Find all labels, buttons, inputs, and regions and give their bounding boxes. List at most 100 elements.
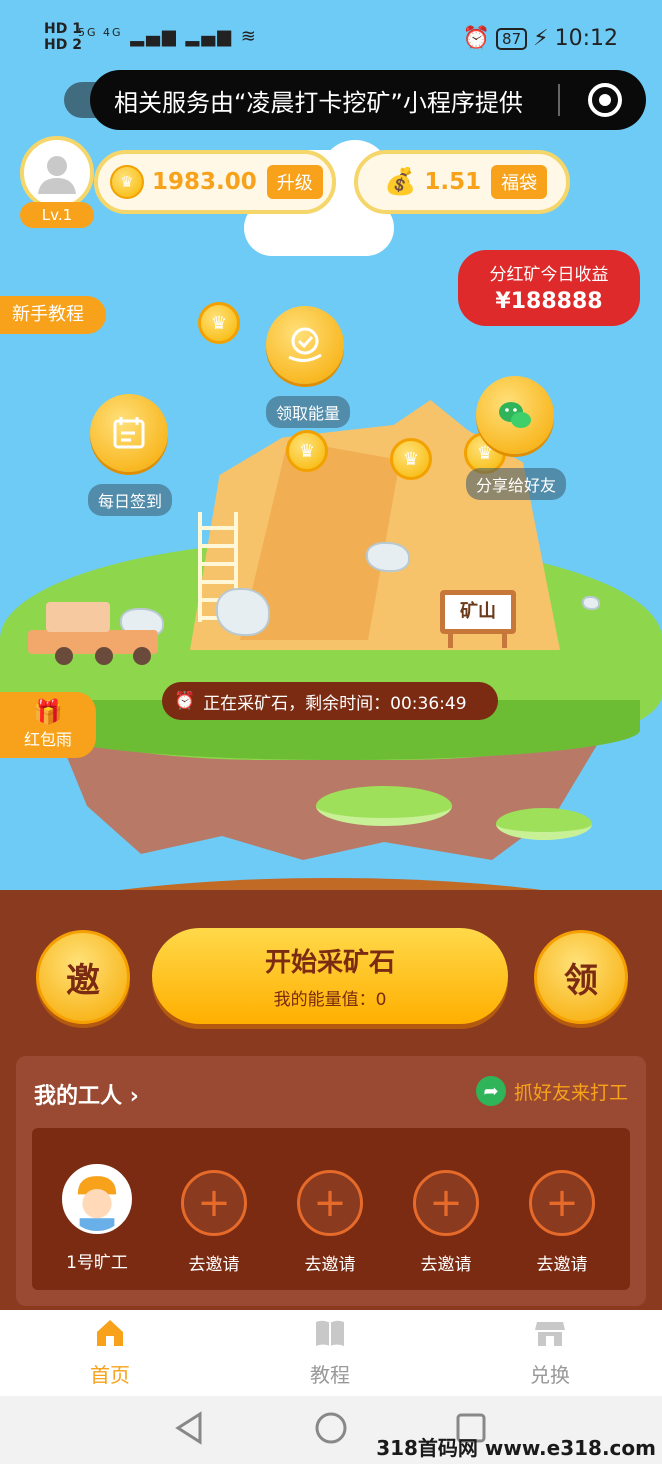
invite-label: 去邀请 [420,1255,472,1275]
claim-button[interactable]: 领 [534,930,628,1024]
close-target-icon[interactable] [588,83,622,117]
status-right: ⏰ 87 ⚡ 10:12 [463,26,618,51]
store-icon [535,1322,565,1346]
recruit-friends-link[interactable]: ➦ 抓好友来打工 [475,1076,628,1106]
gift-icon: 🎁 [33,698,63,726]
dividend-value: ¥188888 [495,289,603,314]
mine-sign: 矿山 [436,582,520,648]
coin-value: 1983.00 [152,169,257,195]
signal-icon: 5G 4G ▂▄▆ ▂▄▆ ≋ [78,26,258,47]
invite-label: 去邀请 [536,1255,588,1275]
sim-indicators: HD 1 HD 2 [44,22,82,52]
miner-icon [65,1167,129,1231]
lucky-bag-button[interactable]: 福袋 [491,165,548,199]
dividend-title: 分红矿今日收益 [489,265,609,285]
book-icon [316,1320,344,1346]
invite-slot[interactable]: + 去邀请 [164,1170,264,1275]
worker-slots: 1号旷工 + 去邀请 + 去邀请 + 去邀请 + 去邀请 [32,1128,630,1290]
nav-exchange[interactable]: 兑换 [490,1316,610,1388]
start-mining-label: 开始采矿石 [264,948,395,978]
nav-exchange-label: 兑换 [530,1363,570,1387]
banner-divider [558,84,560,116]
claim-energy-button[interactable] [266,306,344,384]
charging-icon: ⚡ [533,26,549,51]
ore-rock [582,596,600,610]
checkin-label: 每日签到 [88,484,173,516]
coin-pill: ♛ 1983.00 升级 [94,150,336,214]
timer-text: 正在采矿石，剩余时间：00:36:49 [203,693,467,714]
invite-slot[interactable]: + 去邀请 [512,1170,612,1275]
worker-label: 1号旷工 [66,1253,128,1273]
hd2-label: HD 2 [44,37,82,53]
floating-coin[interactable]: ♛ [390,438,432,480]
nav-tutorial-label: 教程 [310,1363,350,1387]
user-avatar[interactable] [20,136,94,210]
clock: 10:12 [554,26,618,51]
wechat-icon [499,402,531,428]
share-friends-button[interactable] [476,376,554,454]
invite-slot[interactable]: + 去邀请 [280,1170,380,1275]
worker-slot[interactable]: 1号旷工 [47,1164,147,1273]
energy-hand-icon [288,327,322,362]
bottom-nav: 首页 教程 兑换 [0,1310,662,1396]
sign-post [448,632,453,648]
money-bag-icon: 💰 [384,167,417,197]
level-badge: Lv.1 [20,202,94,228]
my-workers-title[interactable]: 我的工人 › [34,1078,139,1110]
plus-icon: + [529,1170,595,1236]
nav-home-label: 首页 [90,1363,130,1387]
sign-text: 矿山 [440,590,516,634]
crown-coin-icon: ♛ [110,165,144,199]
home-circle-icon [315,1412,347,1444]
small-island [496,808,592,840]
dividend-panel[interactable]: 分红矿今日收益 ¥188888 [458,250,640,326]
plus-icon: + [181,1170,247,1236]
signal-label: 5G 4G [78,26,123,39]
watermark: 318首码网 www.e318.com [376,1436,656,1460]
nav-tutorial[interactable]: 教程 [270,1316,390,1388]
recruit-friends-label: 抓好友来打工 [513,1081,628,1104]
nav-home[interactable]: 首页 [50,1316,170,1388]
bag-value: 1.51 [424,169,482,195]
calendar-icon [113,417,145,449]
mining-timer: ⏰ 正在采矿石，剩余时间：00:36:49 [162,682,498,720]
checkin-button[interactable] [90,394,168,472]
invite-button[interactable]: 邀 [36,930,130,1024]
sign-post [502,632,507,648]
upgrade-button[interactable]: 升级 [266,165,323,199]
floating-coin[interactable]: ♛ [286,430,328,472]
share-friends-label: 分享给好友 [466,468,567,500]
invite-label: 去邀请 [188,1255,240,1275]
miner-avatar [62,1164,132,1234]
energy-value: 我的能量值：0 [273,990,387,1010]
share-arrow-icon: ➦ [475,1076,506,1106]
tutorial-tab[interactable]: 新手教程 [0,296,106,334]
home-icon [97,1320,123,1346]
claim-energy-label: 领取能量 [266,396,351,428]
start-mining-button[interactable]: 开始采矿石 我的能量值：0 [152,928,508,1024]
signal-bars-icon: ▂▄▆ ▂▄▆ ≋ [130,26,258,47]
alarm-clock-icon: ⏰ [174,691,196,711]
ore-rock [216,588,270,636]
small-island [316,786,452,826]
mini-program-banner: 相关服务由“凌晨打卡挖矿”小程序提供 [90,70,646,130]
my-workers-title-text: 我的工人 [34,1084,123,1109]
ore-rock [366,542,410,572]
bag-pill: 💰 1.51 福袋 [354,150,570,214]
plus-icon: + [413,1170,479,1236]
invite-slot[interactable]: + 去邀请 [396,1170,496,1275]
invite-label: 去邀请 [304,1255,356,1275]
my-workers-panel: 我的工人 › ➦ 抓好友来打工 1号旷工 + 去邀请 + 去邀请 + 去邀请 +… [16,1056,646,1306]
chevron-right-icon: › [129,1084,139,1109]
floating-coin[interactable]: ♛ [198,302,240,344]
truck [28,602,158,665]
red-packet-rain-tab[interactable]: 🎁 红包雨 [0,692,96,758]
alarm-icon: ⏰ [462,26,491,51]
battery-icon: 87 [496,27,528,50]
status-bar: HD 1 HD 2 5G 4G ▂▄▆ ▂▄▆ ≋ ⏰ 87 ⚡ 10:12 [0,0,662,80]
hd1-label: HD 1 [44,21,82,37]
red-packet-label: 红包雨 [23,730,72,749]
user-silhouette-icon [38,156,76,194]
plus-icon: + [297,1170,363,1236]
back-icon [175,1411,202,1445]
